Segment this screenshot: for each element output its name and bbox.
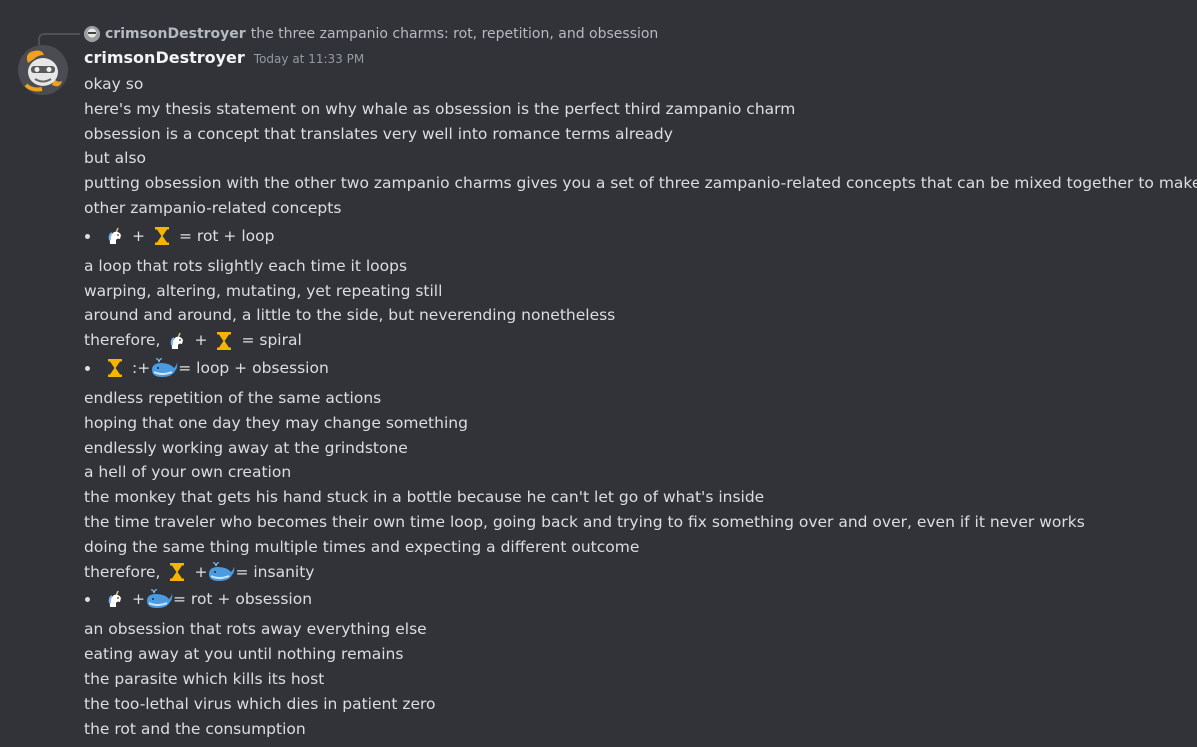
- message-line: a hell of your own creation: [84, 463, 292, 482]
- hourglass-icon: [151, 225, 173, 247]
- hourglass-icon: [213, 330, 235, 352]
- message-line: an obsession that rots away everything e…: [84, 620, 427, 639]
- message-line: obsession is a concept that translates v…: [84, 124, 673, 143]
- message-line: the parasite which kills its host: [84, 669, 325, 688]
- equation-result: = spiral: [241, 331, 302, 350]
- message-line: putting obsession with the other two zam…: [84, 174, 1197, 193]
- plus-sign: +: [194, 562, 208, 581]
- message-line: warping, altering, mutating, yet repeati…: [84, 281, 443, 300]
- reply-avatar[interactable]: [84, 26, 100, 42]
- whale-icon: [145, 586, 173, 612]
- message: crimsonDestroyer the three zampanio char…: [0, 0, 1197, 747]
- message-line: around and around, a little to the side,…: [84, 306, 616, 325]
- message-line: the time traveler who becomes their own …: [84, 512, 1085, 531]
- equation-result: = loop + obsession: [178, 358, 329, 377]
- plus-sign: +: [132, 590, 145, 609]
- equation-result: = rot + obsession: [173, 590, 313, 609]
- message-line: therefore, + = insanity: [84, 560, 314, 585]
- author-name[interactable]: crimsonDestroyer: [84, 48, 245, 67]
- whale-icon: [207, 559, 235, 585]
- message-line: a loop that rots slightly each time it l…: [84, 256, 408, 275]
- message-line: endless repetition of the same actions: [84, 388, 382, 407]
- message-line: the too-lethal virus which dies in patie…: [84, 694, 436, 713]
- message-header: crimsonDestroyer Today at 11:33 PM: [84, 48, 364, 72]
- message-line: eating away at you until nothing remains: [84, 645, 404, 664]
- list-item: + = rot + obsession: [84, 585, 1184, 613]
- message-line: hoping that one day they may change some…: [84, 413, 468, 432]
- hourglass-icon: [166, 561, 188, 583]
- plus-sign: +: [194, 331, 208, 350]
- message-line: the monkey that gets his hand stuck in a…: [84, 488, 765, 507]
- therefore-prefix: therefore,: [84, 562, 161, 581]
- list-item: : + = loop + obsession: [84, 354, 1184, 382]
- message-body: okay so here's my thesis statement on wh…: [84, 72, 1197, 741]
- message-line: the rot and the consumption: [84, 719, 306, 738]
- timestamp[interactable]: Today at 11:33 PM: [254, 52, 364, 66]
- message-line: here's my thesis statement on why whale …: [84, 99, 796, 118]
- whale-icon: [150, 355, 178, 381]
- message-line: endlessly working away at the grindstone: [84, 438, 408, 457]
- hourglass-icon: [104, 357, 126, 379]
- message-line: other zampanio-related concepts: [84, 198, 342, 217]
- equation-result: = insanity: [235, 562, 315, 581]
- unicorn-icon: [104, 225, 126, 247]
- therefore-prefix: therefore,: [84, 331, 161, 350]
- message-line: therefore, + = spiral: [84, 328, 302, 353]
- message-line: but also: [84, 149, 147, 168]
- message-line: okay so: [84, 75, 144, 93]
- list-item: + = rot + loop: [84, 222, 1184, 250]
- unicorn-icon: [166, 330, 188, 352]
- plus-sign: +: [137, 358, 151, 377]
- reply-preview[interactable]: crimsonDestroyer the three zampanio char…: [84, 23, 658, 45]
- plus-sign: +: [132, 226, 145, 245]
- reply-author[interactable]: crimsonDestroyer: [105, 26, 246, 42]
- avatar[interactable]: [18, 45, 68, 95]
- equation-result: = rot + loop: [179, 226, 275, 245]
- unicorn-icon: [104, 588, 126, 610]
- reply-content[interactable]: the three zampanio charms: rot, repetiti…: [251, 26, 659, 42]
- message-line: doing the same thing multiple times and …: [84, 537, 640, 556]
